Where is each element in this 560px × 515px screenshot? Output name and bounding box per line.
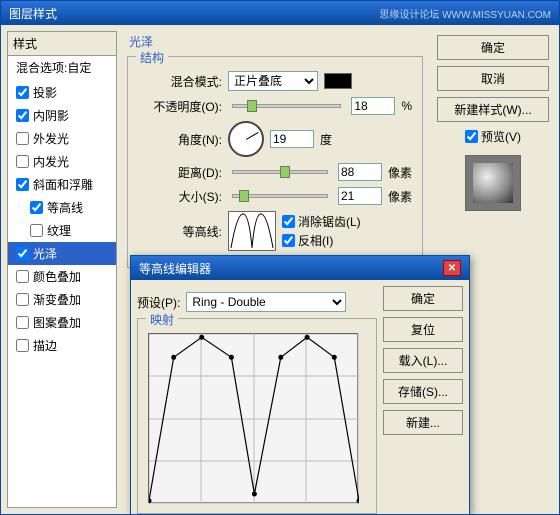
sub-ok-button[interactable]: 确定 (383, 286, 463, 311)
preset-select[interactable]: Ring - Double (186, 292, 346, 312)
sidebar-check[interactable] (16, 178, 29, 191)
sidebar-item-label: 描边 (33, 337, 57, 354)
antialias-checkbox[interactable]: 消除锯齿(L) (282, 213, 366, 230)
sub-new-button[interactable]: 新建... (383, 410, 463, 435)
sidebar-check[interactable] (16, 339, 29, 352)
size-input[interactable] (338, 187, 382, 205)
sidebar-item-label: 斜面和浮雕 (33, 176, 93, 193)
sidebar-check[interactable] (16, 109, 29, 122)
structure-title: 结构 (136, 49, 168, 66)
sidebar-item-8[interactable]: 颜色叠加 (8, 265, 116, 288)
size-unit: 像素 (388, 188, 412, 205)
sidebar-item-11[interactable]: 描边 (8, 334, 116, 357)
angle-unit: 度 (320, 131, 332, 148)
blend-mode-label: 混合模式: (138, 73, 222, 90)
sidebar-item-9[interactable]: 渐变叠加 (8, 288, 116, 311)
distance-slider[interactable] (232, 170, 328, 174)
preview-swatch (473, 163, 513, 203)
sidebar-check[interactable] (30, 201, 43, 214)
sidebar-item-label: 投影 (33, 84, 57, 101)
sub-title: 等高线编辑器 (139, 260, 211, 277)
sidebar-item-1[interactable]: 内阴影 (8, 104, 116, 127)
contour-picker[interactable] (228, 211, 276, 251)
opacity-unit: % (401, 99, 412, 113)
sidebar-item-label: 等高线 (47, 199, 83, 216)
sub-save-button[interactable]: 存储(S)... (383, 379, 463, 404)
distance-label: 距离(D): (138, 164, 222, 181)
titlebar[interactable]: 图层样式 思缘设计论坛 WWW.MISSYUAN.COM (1, 1, 559, 25)
sidebar-item-6[interactable]: 纹理 (8, 219, 116, 242)
preset-label: 预设(P): (137, 294, 180, 311)
sidebar-item-10[interactable]: 图案叠加 (8, 311, 116, 334)
size-slider[interactable] (232, 194, 328, 198)
sidebar-check[interactable] (16, 132, 29, 145)
structure-group: 结构 混合模式: 正片叠底 不透明度(O): % 角度(N): 度 (127, 56, 423, 268)
opacity-slider[interactable] (232, 104, 341, 108)
preview-box (465, 155, 521, 211)
sidebar-header: 样式 (8, 32, 116, 56)
sub-titlebar[interactable]: 等高线编辑器 ✕ (131, 256, 469, 280)
distance-input[interactable] (338, 163, 382, 181)
blend-options-label: 混合选项:自定 (16, 59, 91, 76)
mapping-title: 映射 (146, 311, 178, 328)
sidebar-item-label: 渐变叠加 (33, 291, 81, 308)
sidebar-item-3[interactable]: 内发光 (8, 150, 116, 173)
sidebar-check[interactable] (16, 247, 29, 260)
sidebar-item-0[interactable]: 投影 (8, 81, 116, 104)
color-swatch[interactable] (324, 73, 352, 89)
sidebar-item-label: 光泽 (33, 245, 57, 262)
sidebar-item-label: 内发光 (33, 153, 69, 170)
sidebar-item-label: 外发光 (33, 130, 69, 147)
sidebar-item-label: 图案叠加 (33, 314, 81, 331)
contour-label: 等高线: (138, 223, 222, 240)
watermark: 思缘设计论坛 WWW.MISSYUAN.COM (379, 6, 551, 21)
sidebar-item-label: 内阴影 (33, 107, 69, 124)
sub-load-button[interactable]: 载入(L)... (383, 348, 463, 373)
size-label: 大小(S): (138, 188, 222, 205)
distance-unit: 像素 (388, 164, 412, 181)
style-list: 投影内阴影外发光内发光斜面和浮雕等高线纹理光泽颜色叠加渐变叠加图案叠加描边 (8, 79, 116, 359)
blend-mode-select[interactable]: 正片叠底 (228, 71, 318, 91)
contour-editor-dialog: 等高线编辑器 ✕ 预设(P): Ring - Double 映射 (130, 255, 470, 515)
invert-checkbox[interactable]: 反相(I) (282, 232, 366, 249)
sidebar-item-4[interactable]: 斜面和浮雕 (8, 173, 116, 196)
blend-options-row[interactable]: 混合选项:自定 (8, 56, 116, 79)
sidebar-item-5[interactable]: 等高线 (8, 196, 116, 219)
sidebar-check[interactable] (16, 270, 29, 283)
window-title: 图层样式 (9, 5, 57, 22)
angle-label: 角度(N): (138, 131, 222, 148)
sub-reset-button[interactable]: 复位 (383, 317, 463, 342)
close-icon[interactable]: ✕ (443, 260, 461, 276)
sidebar-item-7[interactable]: 光泽 (8, 242, 116, 265)
angle-dial[interactable] (228, 121, 264, 157)
style-sidebar: 样式 混合选项:自定 投影内阴影外发光内发光斜面和浮雕等高线纹理光泽颜色叠加渐变… (7, 31, 117, 508)
sidebar-check[interactable] (16, 293, 29, 306)
sidebar-check[interactable] (16, 316, 29, 329)
panel-title: 光泽 (123, 31, 427, 52)
sidebar-check[interactable] (16, 86, 29, 99)
sidebar-item-label: 纹理 (47, 222, 71, 239)
opacity-label: 不透明度(O): (138, 98, 222, 115)
sidebar-item-label: 颜色叠加 (33, 268, 81, 285)
ok-button[interactable]: 确定 (437, 35, 549, 60)
mapping-group: 映射 (137, 318, 377, 514)
sidebar-check[interactable] (30, 224, 43, 237)
cancel-button[interactable]: 取消 (437, 66, 549, 91)
opacity-input[interactable] (351, 97, 395, 115)
sidebar-check[interactable] (16, 155, 29, 168)
angle-input[interactable] (270, 130, 314, 148)
sidebar-item-2[interactable]: 外发光 (8, 127, 116, 150)
sub-buttons: 确定 复位 载入(L)... 存储(S)... 新建... (383, 286, 463, 508)
preview-checkbox[interactable]: 预览(V) (437, 128, 549, 145)
curve-canvas[interactable] (148, 333, 358, 503)
new-style-button[interactable]: 新建样式(W)... (437, 97, 549, 122)
